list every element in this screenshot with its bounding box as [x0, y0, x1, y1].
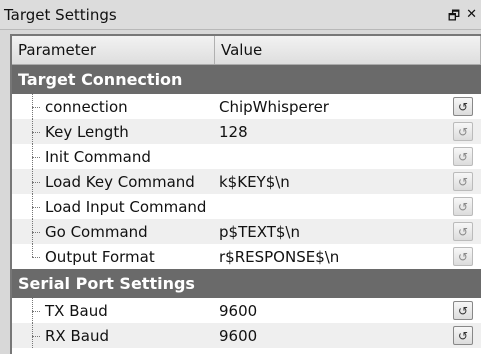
param-value[interactable]: p$TEXT$\n — [215, 219, 481, 244]
reset-icon[interactable]: ↺ — [453, 147, 473, 166]
param-name: Load Input Command — [45, 197, 207, 216]
reset-icon[interactable]: ↺ — [453, 122, 473, 141]
param-row-go-command[interactable]: Go Command p$TEXT$\n ↺ — [12, 219, 481, 244]
param-value[interactable]: 9600 — [215, 323, 481, 348]
param-name: Load Key Command — [45, 172, 195, 191]
reset-icon[interactable]: ↺ — [453, 197, 473, 216]
param-value[interactable] — [215, 194, 481, 219]
window-controls: 🗗 ✕ — [448, 7, 477, 29]
reset-icon[interactable]: ↺ — [453, 172, 473, 191]
param-value[interactable]: r$RESPONSE$\n — [215, 244, 481, 269]
column-header-parameter[interactable]: Parameter — [12, 36, 215, 64]
window-titlebar: Target Settings 🗗 ✕ — [0, 0, 481, 30]
param-row-key-length[interactable]: Key Length 128 ↺ — [12, 119, 481, 144]
tree-header: Parameter Value — [12, 36, 481, 65]
reset-icon[interactable]: ↺ — [453, 222, 473, 241]
group-target-connection[interactable]: Target Connection — [12, 65, 481, 94]
close-icon[interactable]: ✕ — [466, 7, 477, 29]
reset-icon[interactable]: ↺ — [453, 301, 473, 320]
parameter-tree[interactable]: Parameter Value Target Connection connec… — [10, 34, 481, 354]
param-value[interactable]: 128 — [215, 119, 481, 144]
param-value[interactable]: 9600 — [215, 298, 481, 323]
param-name: TX Baud — [45, 301, 108, 320]
param-row-output-format[interactable]: Output Format r$RESPONSE$\n ↺ — [12, 244, 481, 269]
param-row-rx-baud[interactable]: RX Baud 9600 ↺ — [12, 323, 481, 348]
param-name: connection — [45, 97, 128, 116]
group-serial-port-settings[interactable]: Serial Port Settings — [12, 269, 481, 298]
reset-icon[interactable]: ↺ — [453, 97, 473, 116]
param-name: RX Baud — [45, 326, 109, 345]
param-row-load-key-command[interactable]: Load Key Command k$KEY$\n ↺ — [12, 169, 481, 194]
column-header-value[interactable]: Value — [215, 36, 481, 64]
param-value[interactable] — [215, 144, 481, 169]
param-name: Key Length — [45, 122, 129, 141]
window-title: Target Settings — [4, 5, 117, 24]
param-row-load-input-command[interactable]: Load Input Command ↺ — [12, 194, 481, 219]
param-name: Init Command — [45, 147, 151, 166]
param-value[interactable]: ChipWhisperer — [215, 94, 481, 119]
restore-icon[interactable]: 🗗 — [448, 7, 460, 29]
param-row-init-command[interactable]: Init Command ↺ — [12, 144, 481, 169]
param-row-tx-baud[interactable]: TX Baud 9600 ↺ — [12, 298, 481, 323]
param-name: Output Format — [45, 247, 155, 266]
param-row-connection[interactable]: connection ChipWhisperer ↺ — [12, 94, 481, 119]
reset-icon[interactable]: ↺ — [453, 326, 473, 345]
param-value[interactable]: k$KEY$\n — [215, 169, 481, 194]
reset-icon[interactable]: ↺ — [453, 247, 473, 266]
param-name: Go Command — [45, 222, 148, 241]
